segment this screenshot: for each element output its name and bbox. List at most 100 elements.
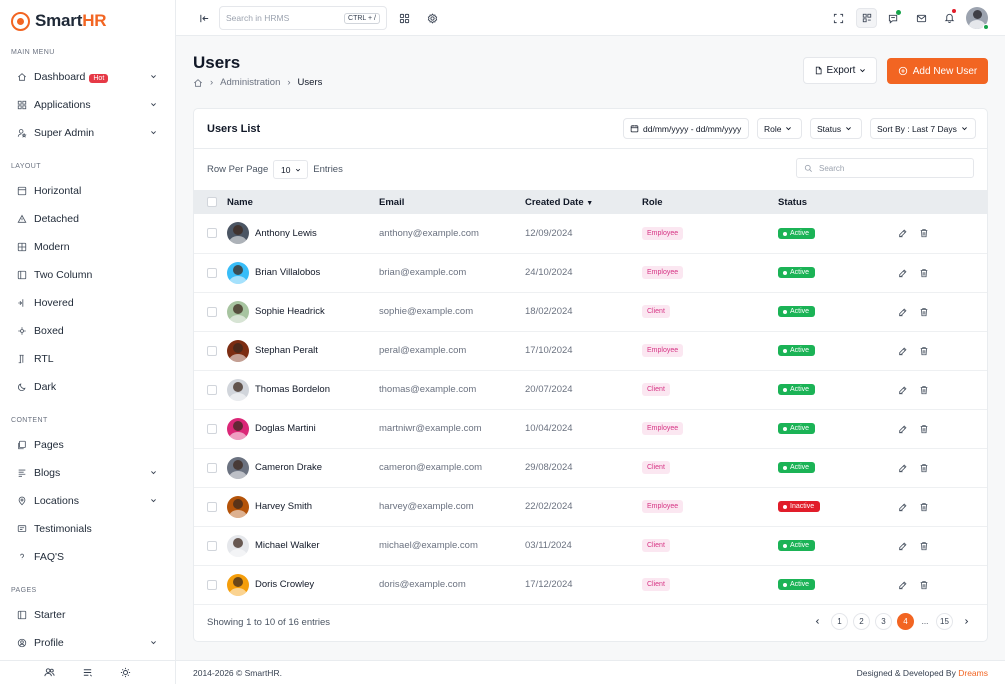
row-checkbox[interactable]: [207, 423, 217, 434]
edit-icon[interactable]: [898, 580, 908, 590]
sun-icon[interactable]: [120, 667, 131, 678]
sidebar-item-applications[interactable]: Applications: [0, 91, 175, 119]
trash-icon[interactable]: [919, 463, 929, 473]
global-search-input[interactable]: Search in HRMS CTRL + /: [219, 6, 387, 30]
user-name[interactable]: Cameron Drake: [255, 462, 322, 473]
sidebar-item-dark[interactable]: Dark: [0, 373, 175, 401]
user-name[interactable]: Harvey Smith: [255, 501, 312, 512]
user-name[interactable]: Doris Crowley: [255, 579, 314, 590]
user-name[interactable]: Stephan Peralt: [255, 345, 318, 356]
avatar[interactable]: [227, 261, 249, 284]
breadcrumb-home-icon[interactable]: [193, 78, 203, 88]
chat-icon[interactable]: [885, 10, 901, 26]
edit-icon[interactable]: [898, 463, 908, 473]
user-name[interactable]: Brian Villalobos: [255, 267, 320, 278]
edit-icon[interactable]: [898, 385, 908, 395]
rows-per-page-select[interactable]: 10: [273, 160, 309, 179]
fullscreen-icon[interactable]: [830, 10, 846, 26]
sidebar-item-modern[interactable]: Modern: [0, 233, 175, 261]
trash-icon[interactable]: [919, 268, 929, 278]
trash-icon[interactable]: [919, 502, 929, 512]
column-header-name[interactable]: Name: [227, 190, 379, 214]
sort-by-dropdown[interactable]: Sort By : Last 7 Days: [870, 118, 976, 139]
table-row[interactable]: Cameron Drake cameron@example.com 29/08/20…: [194, 448, 987, 487]
sidebar-item-faq-s[interactable]: FAQ'S: [0, 543, 175, 571]
user-name[interactable]: Sophie Headrick: [255, 306, 325, 317]
add-new-user-button[interactable]: Add New User: [887, 58, 988, 84]
apps-grid-icon[interactable]: [396, 10, 412, 26]
trash-icon[interactable]: [919, 424, 929, 434]
edit-icon[interactable]: [898, 424, 908, 434]
avatar[interactable]: [227, 378, 249, 401]
edit-icon[interactable]: [898, 268, 908, 278]
select-all-checkbox[interactable]: [207, 197, 217, 207]
avatar[interactable]: [227, 534, 249, 557]
sidebar-item-boxed[interactable]: Boxed: [0, 317, 175, 345]
row-checkbox[interactable]: [207, 228, 217, 239]
row-checkbox[interactable]: [207, 306, 217, 317]
user-name[interactable]: Michael Walker: [255, 540, 320, 551]
sidebar-item-testimonials[interactable]: Testimonials: [0, 515, 175, 543]
table-row[interactable]: Sophie Headrick sophie@example.com 18/02/2…: [194, 292, 987, 331]
row-checkbox[interactable]: [207, 540, 217, 551]
dreams-link[interactable]: Dreams: [958, 668, 988, 678]
user-name[interactable]: Anthony Lewis: [255, 228, 317, 239]
breadcrumb-administration[interactable]: Administration: [220, 77, 280, 88]
trash-icon[interactable]: [919, 346, 929, 356]
pagination-next-icon[interactable]: [958, 613, 975, 630]
settings-gear-icon[interactable]: [424, 10, 440, 26]
sidebar-item-locations[interactable]: Locations: [0, 487, 175, 515]
avatar[interactable]: [227, 417, 249, 440]
table-row[interactable]: Michael Walker michael@example.com 03/11/2…: [194, 526, 987, 565]
column-header-status[interactable]: Status: [778, 190, 898, 214]
avatar[interactable]: [227, 495, 249, 518]
trash-icon[interactable]: [919, 228, 929, 238]
pagination-page-4[interactable]: 4: [897, 613, 914, 630]
pagination-page-1[interactable]: 1: [831, 613, 848, 630]
trash-icon[interactable]: [919, 307, 929, 317]
message-list-icon[interactable]: [82, 667, 93, 678]
column-header-created-date[interactable]: Created Date ▼: [525, 190, 642, 214]
logo[interactable]: SmartHR: [0, 0, 175, 42]
column-header-email[interactable]: Email: [379, 190, 525, 214]
user-name[interactable]: Doglas Martini: [255, 423, 316, 434]
avatar[interactable]: [227, 339, 249, 362]
edit-icon[interactable]: [898, 502, 908, 512]
table-row[interactable]: Thomas Bordelon thomas@example.com 20/07/2…: [194, 370, 987, 409]
trash-icon[interactable]: [919, 541, 929, 551]
row-checkbox[interactable]: [207, 501, 217, 512]
sidebar-item-two-column[interactable]: Two Column: [0, 261, 175, 289]
collapse-sidebar-icon[interactable]: [196, 10, 212, 26]
table-row[interactable]: Doglas Martini martniwr@example.com 10/04/…: [194, 409, 987, 448]
users-icon[interactable]: [44, 667, 55, 678]
pagination-prev-icon[interactable]: [809, 613, 826, 630]
sidebar-item-dashboard[interactable]: Dashboard Hot: [0, 63, 175, 91]
export-button[interactable]: Export: [803, 57, 877, 84]
edit-icon[interactable]: [898, 307, 908, 317]
column-header-role[interactable]: Role: [642, 190, 778, 214]
sidebar-item-starter[interactable]: Starter: [0, 601, 175, 629]
sidebar-item-rtl[interactable]: RTL: [0, 345, 175, 373]
table-search-input[interactable]: Search: [796, 158, 974, 178]
sidebar-item-detached[interactable]: Detached: [0, 205, 175, 233]
edit-icon[interactable]: [898, 541, 908, 551]
table-row[interactable]: Brian Villalobos brian@example.com 24/10/2…: [194, 253, 987, 292]
role-filter-dropdown[interactable]: Role: [757, 118, 802, 139]
table-row[interactable]: Anthony Lewis anthony@example.com 12/09/20…: [194, 214, 987, 253]
pagination-page-15[interactable]: 15: [936, 613, 953, 630]
edit-icon[interactable]: [898, 228, 908, 238]
avatar[interactable]: [227, 456, 249, 479]
edit-icon[interactable]: [898, 346, 908, 356]
pagination-page-3[interactable]: 3: [875, 613, 892, 630]
avatar[interactable]: [227, 222, 249, 245]
sidebar-item-profile[interactable]: Profile: [0, 629, 175, 657]
table-row[interactable]: Stephan Peralt peral@example.com 17/10/202…: [194, 331, 987, 370]
row-checkbox[interactable]: [207, 384, 217, 395]
avatar[interactable]: [227, 300, 249, 323]
trash-icon[interactable]: [919, 385, 929, 395]
sidebar-item-super-admin[interactable]: Super Admin: [0, 119, 175, 147]
table-row[interactable]: Doris Crowley doris@example.com 17/12/2024…: [194, 565, 987, 604]
sidebar-item-blogs[interactable]: Blogs: [0, 459, 175, 487]
sidebar-item-hovered[interactable]: Hovered: [0, 289, 175, 317]
row-checkbox[interactable]: [207, 579, 217, 590]
